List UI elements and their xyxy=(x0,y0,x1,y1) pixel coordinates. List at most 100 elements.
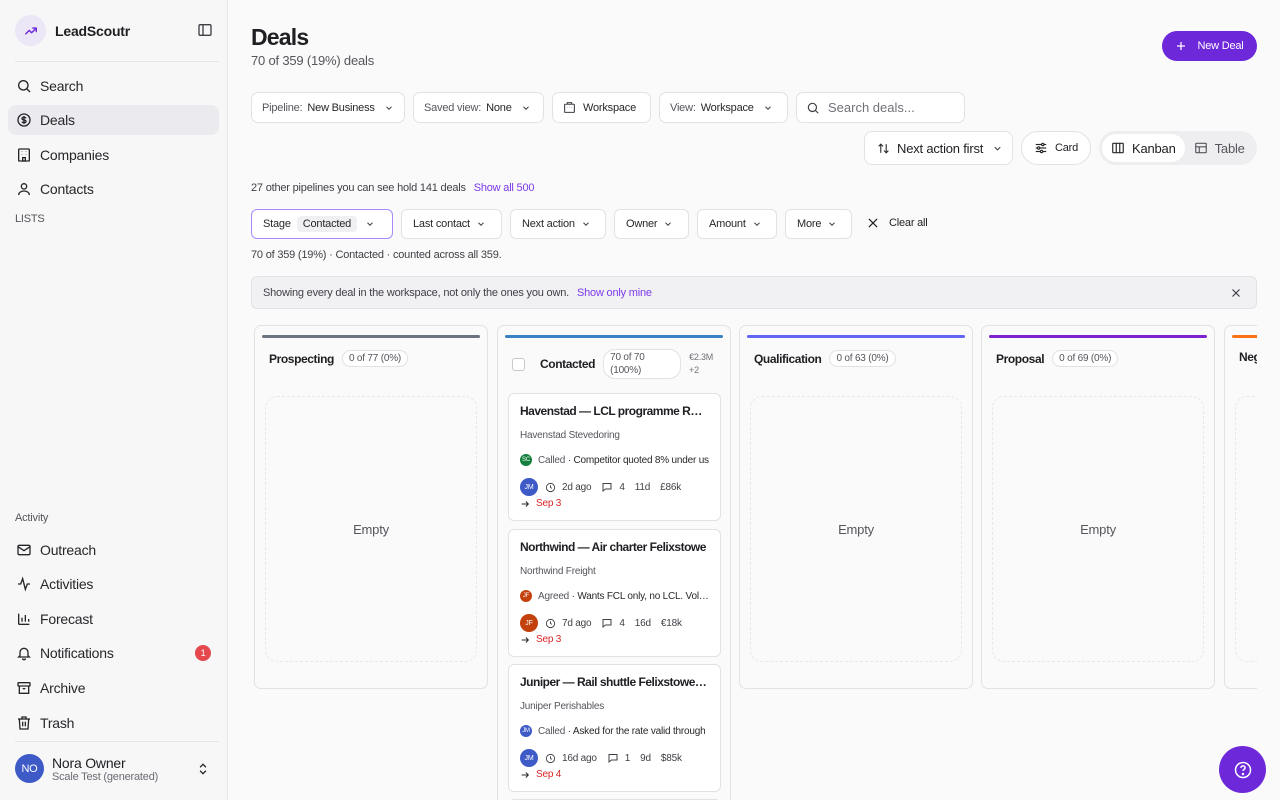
empty-dropzone[interactable]: Empty xyxy=(750,396,962,662)
search-deals[interactable] xyxy=(796,92,965,123)
empty-dropzone[interactable] xyxy=(1235,396,1257,662)
deal-title[interactable]: Havenstad — LCL programme Rotterdam xyxy=(520,404,709,418)
deal-meta: JM 2d ago 4 11d £86k xyxy=(520,478,681,496)
close-icon[interactable] xyxy=(1230,287,1242,299)
sidebar-item-label: Activities xyxy=(40,576,94,592)
deal-amount: €18k xyxy=(660,617,682,629)
owner-filter[interactable]: Owner xyxy=(614,209,689,239)
page-title: Deals xyxy=(251,24,309,50)
deal-company[interactable]: Juniper Perishables xyxy=(520,701,604,712)
table-icon xyxy=(1194,141,1208,155)
building-icon xyxy=(563,101,576,114)
user-name: Nora Owner xyxy=(52,754,126,771)
pipeline-select[interactable]: Pipeline: New Business xyxy=(251,92,405,123)
table-tab[interactable]: Table xyxy=(1185,134,1254,162)
deal-card[interactable]: Northwind — Air charter Felixstowe North… xyxy=(508,529,721,657)
sort-label: Next action first xyxy=(897,140,984,156)
activity-icon xyxy=(16,576,32,592)
sidebar-item-activities[interactable]: Activities xyxy=(8,569,219,599)
note-body: Asked for the rate valid through xyxy=(572,725,706,737)
brand[interactable]: LeadScoutr xyxy=(15,15,130,46)
search-input[interactable] xyxy=(828,100,958,115)
deal-card[interactable]: Juniper — Rail shuttle Felixstowe–Cheste… xyxy=(508,664,721,792)
stage-filter[interactable]: Stage Contacted xyxy=(251,209,393,239)
plus-icon xyxy=(1175,40,1187,52)
notice-text: Showing every deal in the workspace, not… xyxy=(263,286,569,299)
due-date: Sep 3 xyxy=(536,634,562,645)
sidebar-item-trash[interactable]: Trash xyxy=(8,708,219,738)
next-action-label: Next action xyxy=(522,218,575,230)
deal-last-note: JF Agreed · Wants FCL only, no LCL. Volu… xyxy=(520,590,709,602)
other-pipelines-text: 27 other pipelines you can see hold 141 … xyxy=(251,182,466,194)
column-extra: +2 xyxy=(689,365,699,375)
deal-company[interactable]: Northwind Freight xyxy=(520,566,596,577)
sidebar-item-search[interactable]: Search xyxy=(8,71,219,101)
sidebar-divider xyxy=(15,741,219,742)
note-kind: Called xyxy=(538,725,566,737)
user-menu[interactable]: NO Nora Owner Scale Test (generated) xyxy=(15,754,158,783)
page-subtitle: 70 of 359 (19%) deals xyxy=(251,53,374,68)
sort-select[interactable]: Next action first xyxy=(864,131,1013,165)
sidebar-item-forecast[interactable]: Forecast xyxy=(8,604,219,634)
column-totals: €2.3M +2 xyxy=(689,351,713,377)
deal-company[interactable]: Havenstad Stevedoring xyxy=(520,430,620,441)
column-count: 0 of 63 (0%) xyxy=(829,350,896,367)
column-proposal: Proposal 0 of 69 (0%) Empty xyxy=(981,325,1215,689)
sidebar-item-contacts[interactable]: Contacts xyxy=(8,174,219,204)
result-count: 70 of 359 (19%) · Contacted · counted ac… xyxy=(251,249,502,261)
column-color-bar xyxy=(505,335,723,338)
saved-view-select[interactable]: Saved view: None xyxy=(413,92,544,123)
clear-all-button[interactable]: Clear all xyxy=(866,216,928,230)
sidebar-item-deals[interactable]: Deals xyxy=(8,105,219,135)
card-settings-button[interactable]: Card xyxy=(1021,131,1091,165)
kanban-tab[interactable]: Kanban xyxy=(1102,134,1185,162)
activity-section-label: Activity xyxy=(15,512,49,524)
stage-filter-value: Contacted xyxy=(296,216,358,232)
arrow-right-icon xyxy=(520,499,530,509)
view-value: Workspace xyxy=(700,101,754,114)
empty-dropzone[interactable]: Empty xyxy=(992,396,1204,662)
view-toggle: Kanban Table xyxy=(1099,131,1257,165)
chevron-down-icon xyxy=(763,103,773,113)
sidebar-item-companies[interactable]: Companies xyxy=(8,140,219,170)
show-only-mine-link[interactable]: Show only mine xyxy=(577,287,652,299)
deal-title[interactable]: Juniper — Rail shuttle Felixstowe–Cheste… xyxy=(520,675,709,689)
chevrons-up-down-icon[interactable] xyxy=(196,761,210,777)
sidebar-item-label: Notifications xyxy=(40,645,114,661)
show-all-link[interactable]: Show all 500 xyxy=(474,182,535,194)
notifications-badge: 1 xyxy=(195,645,211,661)
sidebar-toggle-icon[interactable] xyxy=(197,22,213,38)
sidebar-item-archive[interactable]: Archive xyxy=(8,673,219,703)
comment-icon xyxy=(601,617,613,629)
new-deal-button[interactable]: New Deal xyxy=(1162,31,1257,61)
select-all-checkbox[interactable] xyxy=(512,357,525,371)
empty-dropzone[interactable]: Empty xyxy=(265,396,477,662)
workspace-button[interactable]: Workspace xyxy=(552,92,651,123)
trash-icon xyxy=(16,715,32,731)
owner-avatar[interactable]: JM xyxy=(520,749,538,767)
next-action-filter[interactable]: Next action xyxy=(510,209,606,239)
next-action-due: Sep 3 xyxy=(520,634,561,645)
more-filter[interactable]: More xyxy=(785,209,852,239)
column-color-bar xyxy=(262,335,480,338)
sidebar-item-notifications[interactable]: Notifications 1 xyxy=(8,638,219,668)
last-activity: 16d ago xyxy=(562,752,597,764)
last-contact-label: Last contact xyxy=(413,218,470,230)
new-deal-label: New Deal xyxy=(1197,40,1244,52)
owner-avatar[interactable]: JF xyxy=(520,614,538,632)
arrow-right-icon xyxy=(520,770,530,780)
column-title: Contacted xyxy=(540,357,596,371)
help-button[interactable] xyxy=(1219,746,1266,793)
last-contact-filter[interactable]: Last contact xyxy=(401,209,502,239)
amount-filter[interactable]: Amount xyxy=(697,209,777,239)
owner-avatar[interactable]: JM xyxy=(520,478,538,496)
view-select[interactable]: View: Workspace xyxy=(659,92,788,123)
deal-card[interactable]: Havenstad — LCL programme Rotterdam Have… xyxy=(508,393,721,521)
column-negotiation: Neg xyxy=(1224,325,1257,689)
deal-meta: JM 16d ago 1 9d $85k xyxy=(520,749,682,767)
deal-title[interactable]: Northwind — Air charter Felixstowe xyxy=(520,540,709,554)
column-count: 70 of 70 (100%) xyxy=(603,349,682,379)
column-amount: €2.3M xyxy=(689,352,714,362)
column-header: Prospecting 0 of 77 (0%) xyxy=(269,350,409,367)
sidebar-item-outreach[interactable]: Outreach xyxy=(8,535,219,565)
